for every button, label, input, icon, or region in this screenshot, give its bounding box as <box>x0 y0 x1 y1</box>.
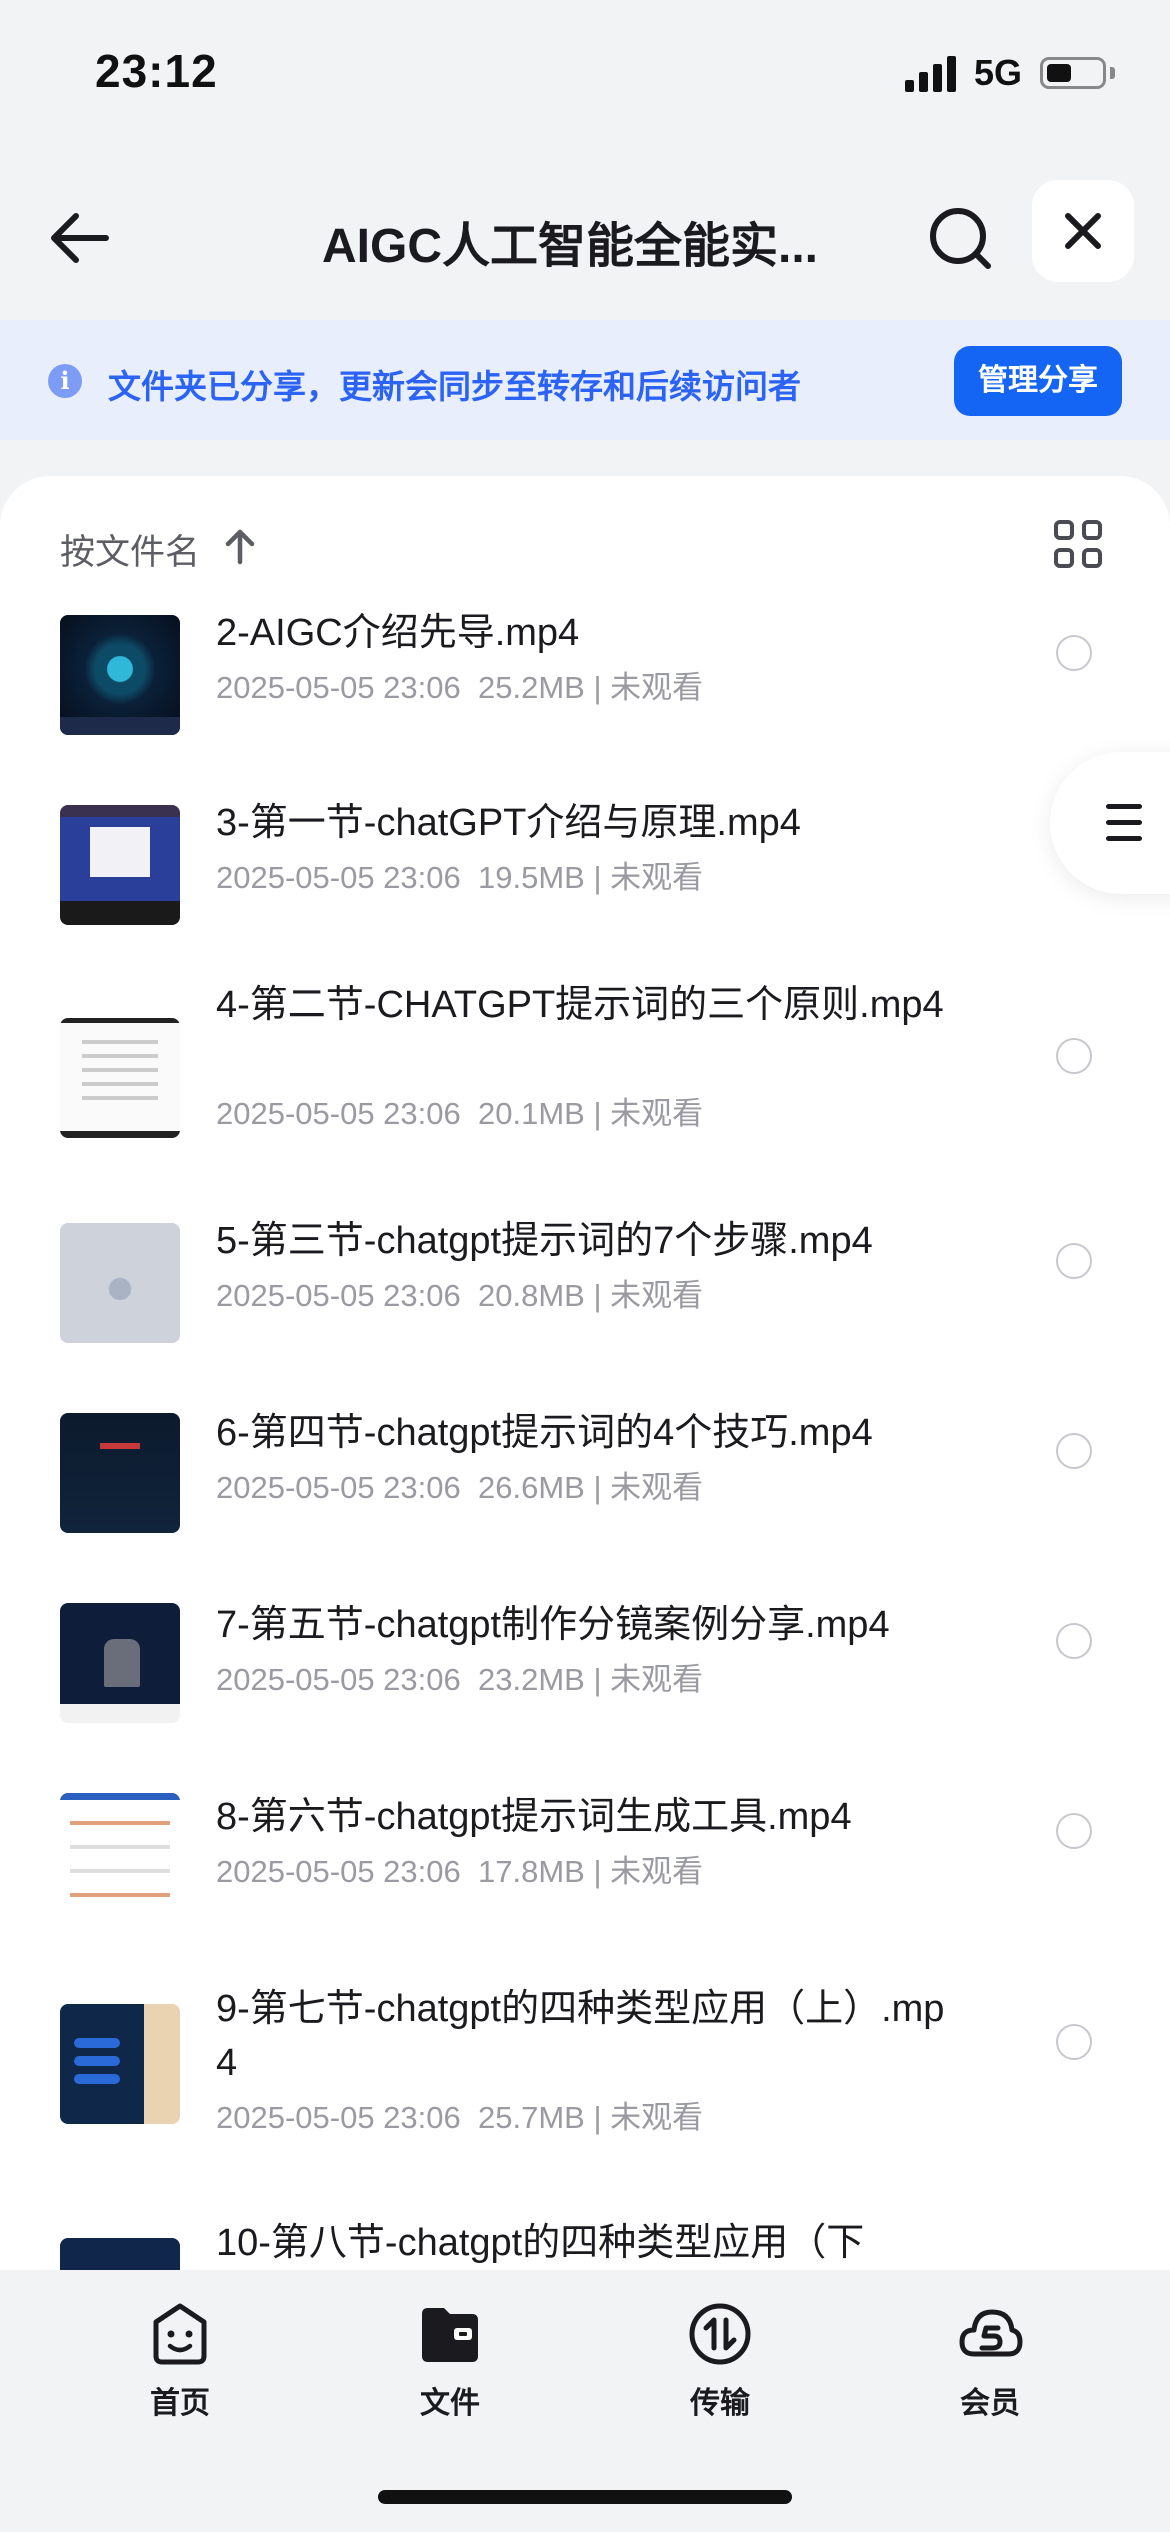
network-label: 5G <box>974 52 1023 93</box>
file-name: 9-第七节-chatgpt的四种类型应用（上）.mp4 <box>216 1988 945 2084</box>
folder-icon <box>422 2308 478 2362</box>
file-meta: 2025-05-05 23:06 20.8MB | 未观看 <box>216 1278 704 1313</box>
video-thumbnail <box>60 1018 180 1138</box>
close-button[interactable] <box>1032 180 1134 282</box>
video-thumbnail <box>60 1223 180 1343</box>
file-meta: 2025-05-05 23:06 25.7MB | 未观看 <box>216 2100 704 2135</box>
file-name: 6-第四节-chatgpt提示词的4个技巧.mp4 <box>216 1412 873 1454</box>
video-thumbnail <box>60 805 180 925</box>
sort-by-name-button[interactable]: 按文件名 <box>60 524 200 575</box>
file-meta: 2025-05-05 23:06 17.8MB | 未观看 <box>216 1854 704 1889</box>
back-button[interactable] <box>40 198 120 278</box>
file-meta: 2025-05-05 23:06 26.6MB | 未观看 <box>216 1470 704 1505</box>
menu-line <box>1106 804 1142 809</box>
signal-icon <box>905 56 957 92</box>
select-radio[interactable] <box>1056 1623 1092 1659</box>
battery-cap <box>1110 67 1115 79</box>
file-meta: 2025-05-05 23:06 25.2MB | 未观看 <box>216 670 704 705</box>
nav-bar: AIGC人工智能全能实... <box>0 170 1170 320</box>
select-radio[interactable] <box>1056 1813 1092 1849</box>
info-icon: i <box>48 364 82 398</box>
status-bar: 23:12 5G <box>0 0 1170 150</box>
battery-icon <box>1040 57 1106 89</box>
tab-label: 文件 <box>420 2387 480 2420</box>
file-name: 2-AIGC介绍先导.mp4 <box>216 612 580 654</box>
back-arrow-icon <box>51 213 109 263</box>
file-meta: 2025-05-05 23:06 20.1MB | 未观看 <box>216 1096 704 1131</box>
tab-label: 传输 <box>690 2387 750 2420</box>
file-name: 4-第二节-CHATGPT提示词的三个原则.mp4 <box>216 984 944 1026</box>
file-list-card: 按文件名 2-AIGC介绍先导.mp4 2025-05-05 23:06 25.… <box>0 476 1170 2276</box>
page-title: AIGC人工智能全能实... <box>321 220 818 273</box>
video-thumbnail <box>60 1793 180 1913</box>
file-name: 3-第一节-chatGPT介绍与原理.mp4 <box>216 802 801 844</box>
file-name: 7-第五节-chatgpt制作分镜案例分享.mp4 <box>216 1604 890 1646</box>
manage-share-button[interactable]: 管理分享 <box>954 346 1122 416</box>
tab-transfer[interactable]: 传输 <box>640 2290 800 2420</box>
tab-files[interactable]: 文件 <box>370 2290 530 2420</box>
file-meta: 2025-05-05 23:06 19.5MB | 未观看 <box>216 860 704 895</box>
status-time: 23:12 <box>95 45 218 97</box>
select-radio[interactable] <box>1056 2024 1092 2060</box>
tab-label: 首页 <box>150 2387 210 2420</box>
file-meta: 2025-05-05 23:06 23.2MB | 未观看 <box>216 1662 704 1697</box>
file-name: 8-第六节-chatgpt提示词生成工具.mp4 <box>216 1796 852 1838</box>
file-name: 10-第八节-chatgpt的四种类型应用（下 <box>216 2222 865 2264</box>
menu-line <box>1106 820 1142 825</box>
close-icon <box>1065 213 1101 249</box>
select-radio[interactable] <box>1056 635 1092 671</box>
video-thumbnail <box>60 2004 180 2124</box>
tab-member[interactable]: 会员 <box>910 2290 1070 2420</box>
home-indicator <box>378 2490 792 2504</box>
tab-home[interactable]: 首页 <box>100 2290 260 2420</box>
select-radio[interactable] <box>1056 1243 1092 1279</box>
share-banner-text: 文件夹已分享，更新会同步至转存和后续访问者 <box>108 368 801 405</box>
menu-line <box>1106 836 1142 841</box>
video-thumbnail <box>60 1603 180 1723</box>
search-icon <box>930 208 991 269</box>
video-thumbnail <box>60 615 180 735</box>
share-banner: i 文件夹已分享，更新会同步至转存和后续访问者 管理分享 <box>0 320 1170 440</box>
smile-face-icon <box>153 2303 207 2365</box>
cloud-member-icon <box>959 2309 1023 2357</box>
tab-label: 会员 <box>960 2387 1020 2420</box>
file-name: 5-第三节-chatgpt提示词的7个步骤.mp4 <box>216 1220 873 1262</box>
transfer-icon <box>689 2303 751 2365</box>
sort-up-arrow-icon[interactable] <box>222 526 258 566</box>
select-radio[interactable] <box>1056 1038 1092 1074</box>
grid-view-toggle-icon[interactable] <box>1054 520 1104 570</box>
search-button[interactable] <box>920 198 1000 278</box>
select-radio[interactable] <box>1056 1433 1092 1469</box>
video-thumbnail <box>60 1413 180 1533</box>
